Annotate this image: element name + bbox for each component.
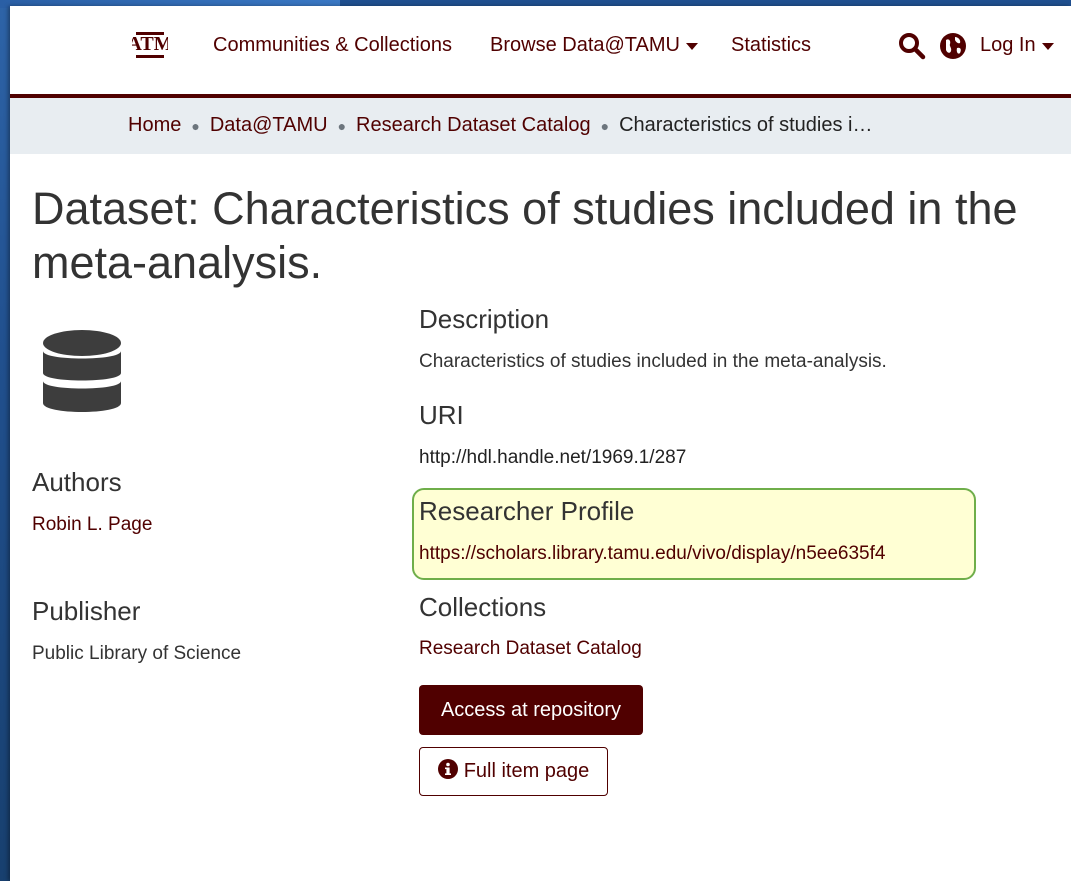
- breadcrumb-home[interactable]: Home: [128, 114, 181, 136]
- collection-link[interactable]: Research Dataset Catalog: [419, 638, 642, 660]
- tamu-logo-icon[interactable]: ATM: [130, 28, 170, 62]
- login-dropdown[interactable]: Log In: [980, 34, 1054, 57]
- caret-down-icon: [685, 34, 698, 57]
- caret-down-icon: [1041, 34, 1054, 57]
- researcher-profile-heading: Researcher Profile: [419, 496, 635, 526]
- uri-link[interactable]: http://hdl.handle.net/1969.1/287: [419, 447, 686, 469]
- breadcrumb-separator: ●: [337, 117, 347, 134]
- breadcrumb-separator: ●: [191, 117, 200, 134]
- nav-communities-collections[interactable]: Communities & Collections: [213, 34, 452, 57]
- uri-heading: URI: [419, 400, 464, 430]
- page-title: Dataset: Characteristics of studies incl…: [32, 183, 1018, 288]
- info-circle-icon: [437, 758, 458, 785]
- full-item-page-button[interactable]: Full item page: [419, 747, 608, 796]
- collections-heading: Collections: [419, 592, 547, 622]
- access-at-repository-button[interactable]: Access at repository: [419, 685, 643, 735]
- search-icon[interactable]: [898, 32, 926, 65]
- database-icon: [42, 329, 122, 424]
- nav-browse-dropdown[interactable]: Browse Data@TAMU: [490, 34, 698, 57]
- browser-page: ATM Communities & Collections Browse Dat…: [10, 6, 1071, 881]
- publisher-heading: Publisher: [32, 596, 141, 626]
- nav-statistics[interactable]: Statistics: [731, 34, 811, 57]
- description-value: Characteristics of studies included in t…: [419, 351, 887, 372]
- full-item-page-label: Full item page: [463, 760, 590, 782]
- breadcrumb-current: Characteristics of studies i…: [619, 114, 873, 136]
- publisher-value: Public Library of Science: [32, 643, 242, 664]
- globe-icon[interactable]: [939, 32, 967, 65]
- author-link[interactable]: Robin L. Page: [32, 514, 152, 536]
- breadcrumb-separator: ●: [600, 117, 610, 134]
- top-navbar: ATM Communities & Collections Browse Dat…: [10, 6, 1071, 98]
- authors-heading: Authors: [32, 467, 122, 497]
- nav-browse-label: Browse Data@TAMU: [490, 34, 680, 56]
- breadcrumb-research-dataset-catalog[interactable]: Research Dataset Catalog: [356, 114, 591, 136]
- researcher-profile-link[interactable]: https://scholars.library.tamu.edu/vivo/d…: [419, 543, 885, 565]
- breadcrumb-trail: Home ● Data@TAMU ● Research Dataset Catalog ●…: [128, 114, 873, 137]
- login-label: Log In: [980, 34, 1036, 56]
- breadcrumb: Home ● Data@TAMU ● Research Dataset Catalog ●…: [10, 98, 1071, 154]
- breadcrumb-data-tamu[interactable]: Data@TAMU: [210, 114, 328, 136]
- description-heading: Description: [419, 304, 550, 334]
- svg-text:ATM: ATM: [132, 33, 168, 55]
